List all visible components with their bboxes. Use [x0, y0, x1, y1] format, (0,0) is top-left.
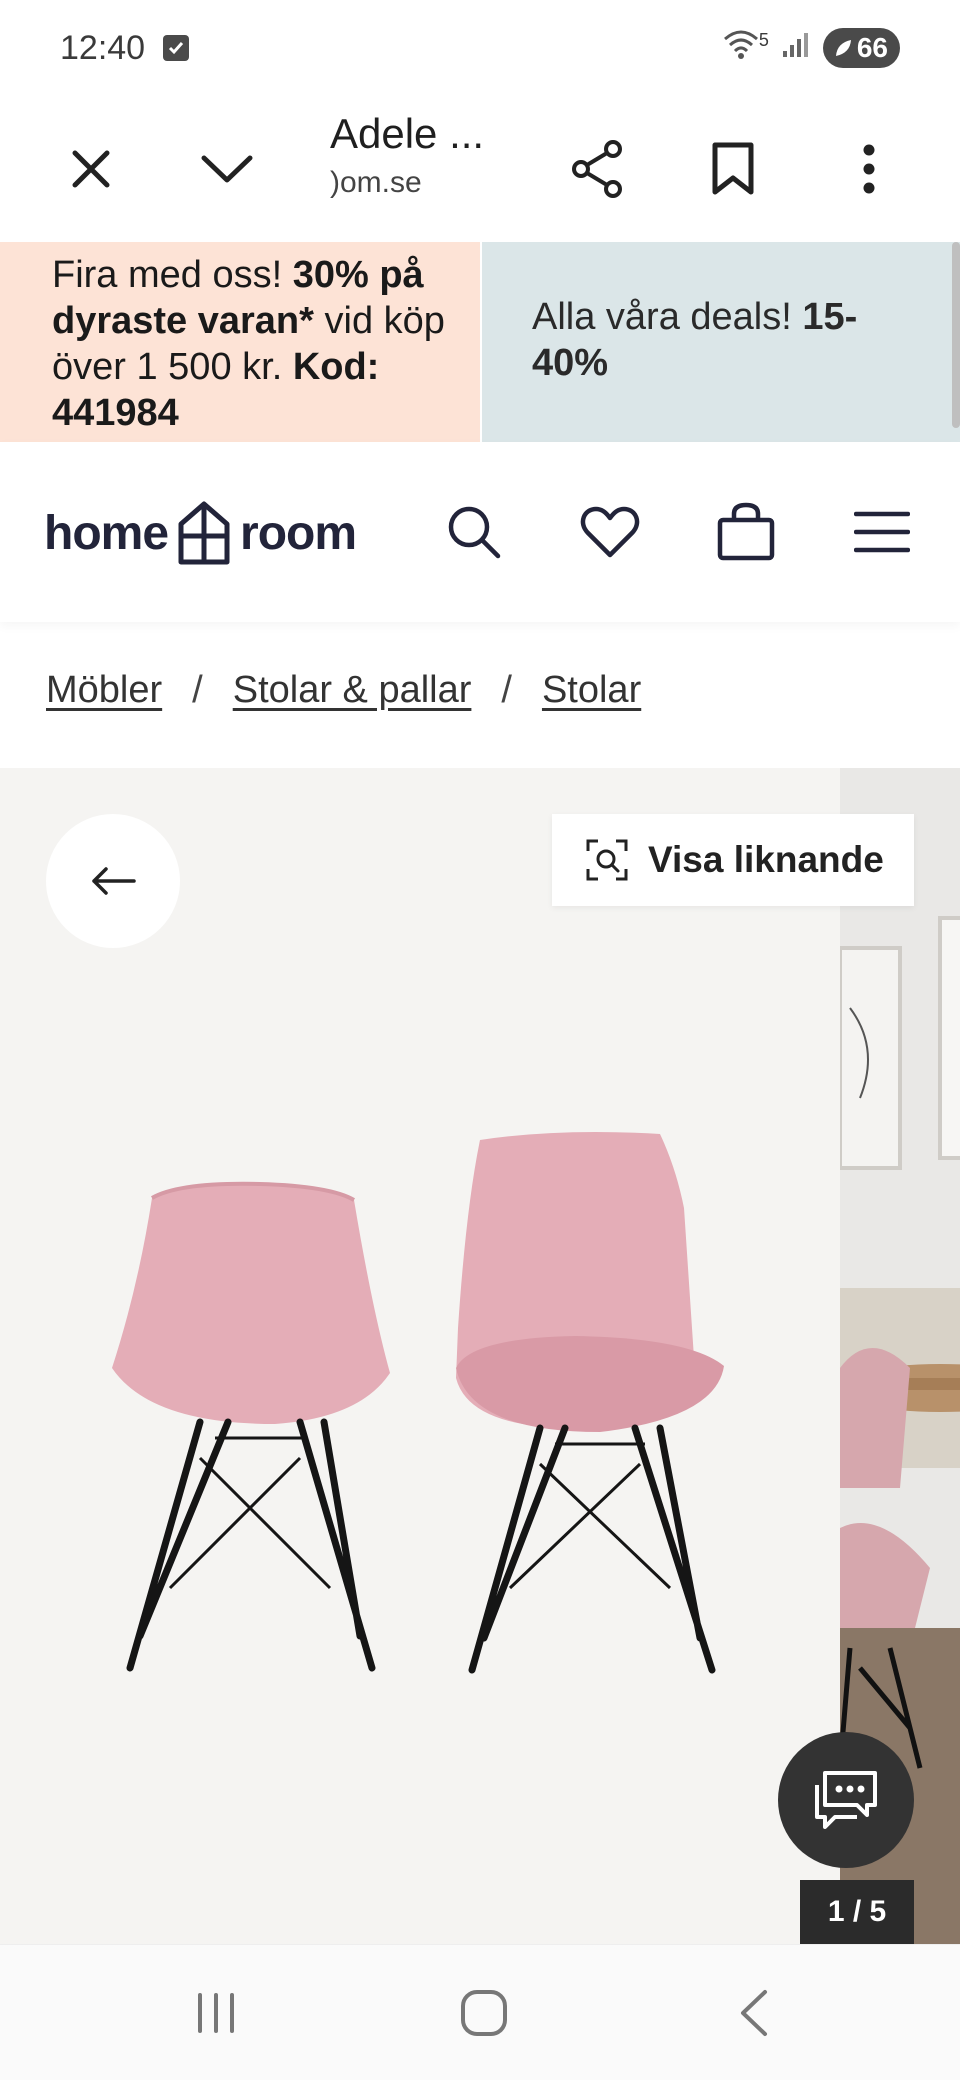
search-button[interactable]	[434, 492, 514, 572]
back-button[interactable]	[704, 1973, 804, 2053]
chevron-down-icon	[201, 155, 253, 183]
network-label: 5	[758, 29, 769, 50]
notification-check-icon	[163, 35, 190, 61]
battery-level: 66	[856, 32, 888, 63]
show-similar-label: Visa liknande	[648, 839, 884, 880]
home-button[interactable]	[434, 1973, 534, 2053]
show-similar-button[interactable]: Visa liknande	[552, 814, 914, 906]
status-time: 12:40	[60, 28, 146, 67]
more-vert-icon	[863, 144, 875, 194]
image-counter: 1 / 5	[800, 1880, 914, 1944]
close-icon	[72, 150, 110, 188]
promo-right[interactable]: Alla våra deals! 15-40%	[481, 242, 960, 442]
breadcrumb-item-stolar[interactable]: Stolar	[542, 669, 641, 712]
promo-left-text-1: Fira med oss!	[52, 254, 293, 296]
page-title-area[interactable]: Adele ... )om.se	[330, 110, 530, 200]
chat-icon	[815, 1771, 877, 1829]
minimize-button[interactable]	[172, 96, 282, 242]
recents-button[interactable]	[166, 1973, 266, 2053]
battery-indicator: 66	[822, 28, 900, 68]
bookmark-button[interactable]	[678, 96, 788, 242]
promo-right-text: Alla våra deals!	[531, 296, 803, 338]
scrollbar[interactable]	[952, 242, 960, 428]
breadcrumb-separator: /	[192, 668, 203, 711]
browser-toolbar: Adele ... )om.se	[0, 96, 960, 242]
breadcrumb-item-stolar-pallar[interactable]: Stolar & pallar	[233, 669, 472, 712]
share-button[interactable]	[542, 96, 652, 242]
gallery-back-button[interactable]	[46, 814, 180, 948]
close-tab-button[interactable]	[36, 96, 146, 242]
breadcrumb-separator: /	[501, 668, 512, 711]
bookmark-icon	[712, 142, 754, 195]
site-header: home room	[0, 442, 960, 622]
page-url: )om.se	[330, 166, 422, 199]
visual-search-icon	[586, 839, 628, 881]
status-icons: 5 66	[721, 27, 900, 70]
logo-text-right: room	[240, 506, 357, 560]
heart-icon	[580, 506, 640, 558]
status-bar: 12:40 5 66	[0, 0, 960, 96]
search-icon	[448, 506, 501, 559]
promo-banner: Fira med oss! 30% på dyraste varan* vid …	[0, 242, 960, 442]
wifi-icon	[721, 27, 761, 70]
signal-icon	[781, 29, 811, 68]
cart-button[interactable]	[706, 492, 786, 572]
recents-icon	[198, 1993, 234, 2033]
page: 12:40 5 66 Adele ... )om.se Fira med oss…	[0, 0, 960, 2080]
menu-button[interactable]	[842, 492, 922, 572]
more-options-button[interactable]	[814, 96, 924, 242]
share-icon	[572, 140, 622, 198]
site-logo[interactable]: home room	[44, 498, 357, 568]
bag-icon	[717, 502, 775, 561]
menu-icon	[854, 511, 910, 553]
house-logo-icon	[178, 501, 230, 565]
back-icon	[741, 1990, 767, 2036]
arrow-left-icon	[92, 867, 136, 895]
home-icon	[461, 1990, 507, 2036]
product-gallery[interactable]: Visa liknande 1 / 5	[0, 768, 960, 1944]
system-nav-bar	[0, 1944, 960, 2080]
breadcrumb: Möbler / Stolar & pallar / Stolar	[46, 640, 641, 740]
wishlist-button[interactable]	[570, 492, 650, 572]
logo-text-left: home	[44, 506, 169, 560]
chat-button[interactable]	[778, 1732, 914, 1868]
page-title: Adele ...	[330, 110, 485, 157]
breadcrumb-item-mobler[interactable]: Möbler	[46, 669, 162, 712]
promo-left[interactable]: Fira med oss! 30% på dyraste varan* vid …	[0, 242, 480, 442]
